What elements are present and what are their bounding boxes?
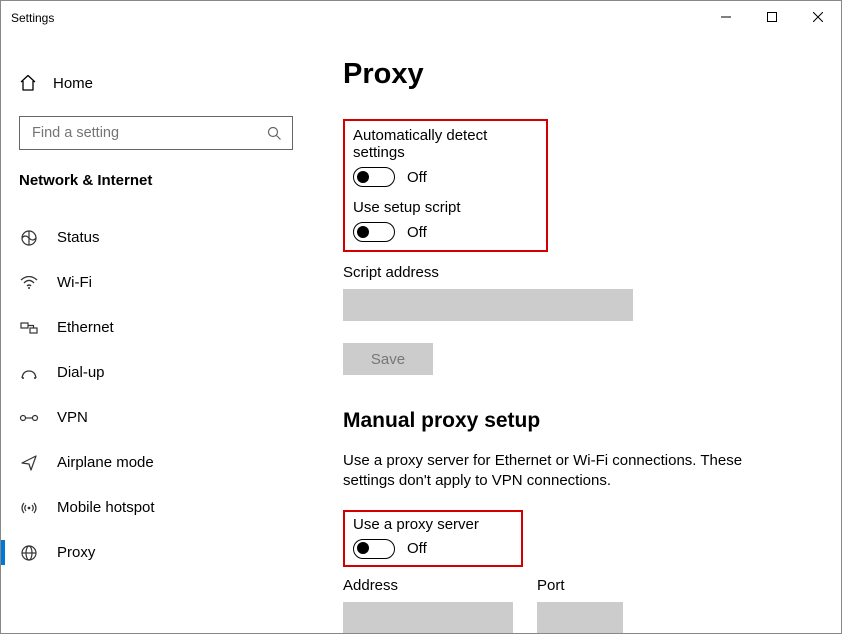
maximize-button[interactable] xyxy=(749,1,795,33)
page-title: Proxy xyxy=(343,58,813,91)
ethernet-icon xyxy=(19,321,39,335)
highlight-box-1: Automatically detect settings Off Use se… xyxy=(343,119,548,252)
vpn-icon xyxy=(19,412,39,424)
content-pane: Proxy Automatically detect settings Off … xyxy=(311,34,841,633)
auto-detect-label: Automatically detect settings xyxy=(353,127,538,161)
search-input[interactable] xyxy=(30,124,267,142)
nav-list: Status Wi-Fi Ethernet xyxy=(1,207,311,575)
setup-script-label: Use setup script xyxy=(353,199,538,216)
titlebar: Settings xyxy=(1,1,841,34)
address-input[interactable] xyxy=(343,602,513,634)
sidebar-item-label: Airplane mode xyxy=(57,454,154,471)
setup-script-state: Off xyxy=(407,224,427,241)
sidebar-item-label: Dial-up xyxy=(57,364,105,381)
airplane-icon xyxy=(19,454,39,472)
section-title-manual: Manual proxy setup xyxy=(343,409,813,433)
auto-detect-toggle[interactable] xyxy=(353,167,395,187)
search-box[interactable] xyxy=(19,116,293,150)
wifi-icon xyxy=(19,276,39,290)
proxy-server-label: Use a proxy server xyxy=(353,516,513,533)
highlight-box-2: Use a proxy server Off xyxy=(343,510,523,567)
dialup-icon xyxy=(19,366,39,380)
sidebar-item-label: Proxy xyxy=(57,544,95,561)
script-address-input[interactable] xyxy=(343,289,633,321)
home-link[interactable]: Home xyxy=(1,64,311,102)
port-label: Port xyxy=(537,577,623,594)
sidebar-item-vpn[interactable]: VPN xyxy=(1,395,311,440)
proxy-server-state: Off xyxy=(407,540,427,557)
sidebar-item-label: Status xyxy=(57,229,100,246)
minimize-icon xyxy=(721,12,731,22)
close-icon xyxy=(813,12,823,22)
maximize-icon xyxy=(767,12,777,22)
sidebar-item-hotspot[interactable]: Mobile hotspot xyxy=(1,485,311,530)
search-icon xyxy=(267,126,282,141)
home-icon xyxy=(19,74,37,92)
category-heading: Network & Internet xyxy=(1,172,311,207)
sidebar-item-label: VPN xyxy=(57,409,88,426)
sidebar: Home Network & Internet Status xyxy=(1,34,311,633)
home-label: Home xyxy=(53,75,93,92)
section-desc-manual: Use a proxy server for Ethernet or Wi-Fi… xyxy=(343,451,773,492)
sidebar-item-status[interactable]: Status xyxy=(1,215,311,260)
sidebar-item-proxy[interactable]: Proxy xyxy=(1,530,311,575)
sidebar-item-label: Mobile hotspot xyxy=(57,499,155,516)
sidebar-item-dialup[interactable]: Dial-up xyxy=(1,350,311,395)
window-title: Settings xyxy=(11,9,54,25)
proxy-icon xyxy=(19,544,39,562)
sidebar-item-label: Wi-Fi xyxy=(57,274,92,291)
sidebar-item-airplane[interactable]: Airplane mode xyxy=(1,440,311,485)
close-button[interactable] xyxy=(795,1,841,33)
script-address-label: Script address xyxy=(343,264,813,281)
setup-script-toggle[interactable] xyxy=(353,222,395,242)
settings-window: Settings Home xyxy=(0,0,842,634)
sidebar-item-ethernet[interactable]: Ethernet xyxy=(1,305,311,350)
port-input[interactable] xyxy=(537,602,623,634)
sidebar-item-label: Ethernet xyxy=(57,319,114,336)
address-label: Address xyxy=(343,577,513,594)
proxy-server-toggle[interactable] xyxy=(353,539,395,559)
status-icon xyxy=(19,229,39,247)
minimize-button[interactable] xyxy=(703,1,749,33)
hotspot-icon xyxy=(19,500,39,516)
auto-detect-state: Off xyxy=(407,169,427,186)
sidebar-item-wifi[interactable]: Wi-Fi xyxy=(1,260,311,305)
window-controls xyxy=(703,1,841,33)
save-button[interactable]: Save xyxy=(343,343,433,375)
